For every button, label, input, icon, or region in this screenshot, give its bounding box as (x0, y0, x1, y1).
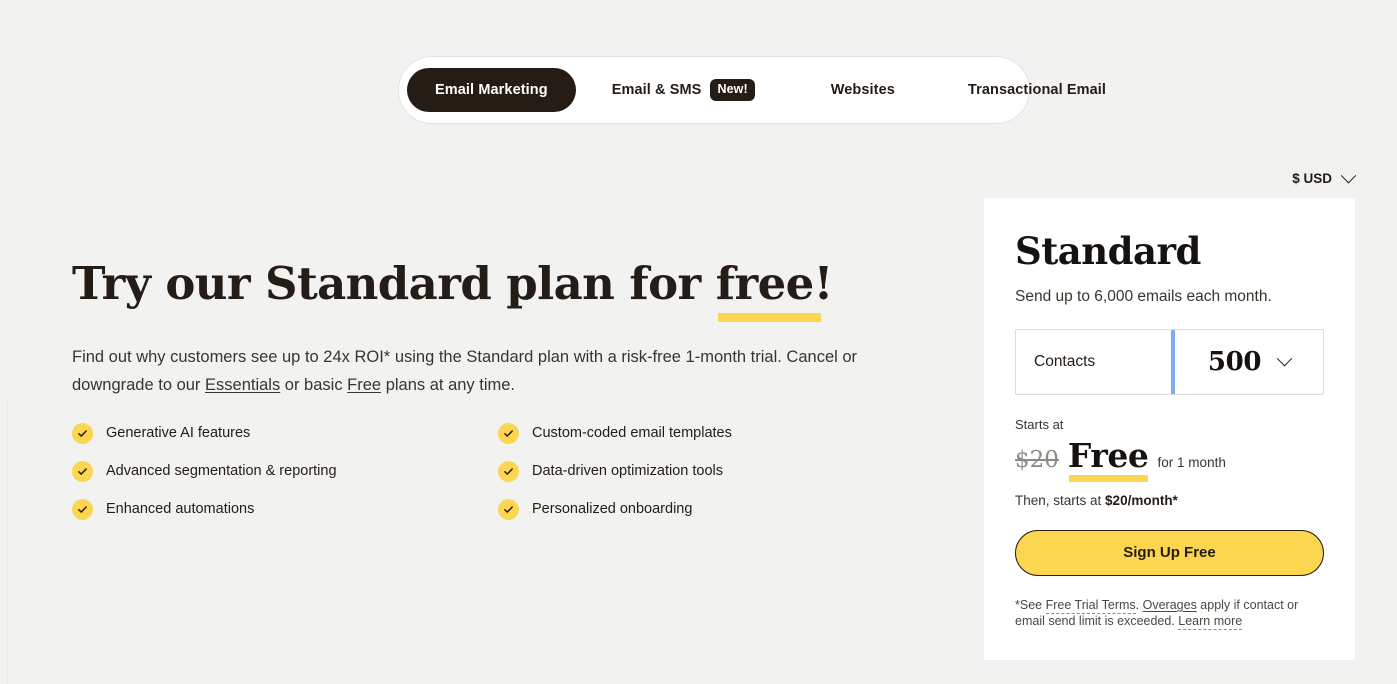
contacts-value: 500 (1207, 346, 1262, 377)
currency-selector[interactable]: $ USD (1292, 167, 1357, 186)
price-duration: for 1 month (1157, 454, 1226, 470)
feature-label: Enhanced automations (106, 501, 255, 517)
headline-text: Try our Standard plan for (72, 257, 716, 310)
renewal-prefix: Then, starts at (1015, 492, 1106, 508)
feature-label: Generative AI features (106, 425, 251, 441)
link-essentials[interactable]: Essentials (205, 376, 280, 394)
feature-item: Custom-coded email templates (498, 418, 872, 448)
tab-label: Email & SMS (611, 82, 702, 98)
check-icon (498, 422, 519, 444)
renewal-price-note: Then, starts at $20/month* (1015, 493, 1324, 508)
headline-highlight: free! (715, 257, 833, 322)
check-icon (72, 422, 93, 444)
tab-label: Websites (830, 82, 895, 98)
feature-label: Advanced segmentation & reporting (106, 463, 337, 479)
feature-label: Personalized onboarding (532, 501, 693, 517)
feature-item: Generative AI features (72, 418, 498, 448)
subcopy-part-3: plans at any time. (381, 376, 516, 395)
fine-print: *See Free Trial Terms. Overages apply if… (1015, 597, 1324, 631)
hero-section: Try our Standard plan for free! Find out… (72, 258, 902, 400)
feature-item: Data-driven optimization tools (498, 456, 872, 486)
original-price: $20 (1015, 446, 1059, 473)
tab-email-marketing[interactable]: Email Marketing (407, 68, 576, 112)
product-tab-bar: Email Marketing Email & SMS New! Website… (398, 56, 1106, 124)
fineprint-star: *See (1015, 597, 1046, 612)
check-icon (498, 460, 519, 482)
tab-label: Email Marketing (435, 82, 548, 98)
fineprint-sep: . (1135, 597, 1143, 612)
feature-item: Advanced segmentation & reporting (72, 456, 498, 486)
currency-label: $ USD (1292, 171, 1332, 186)
feature-item: Enhanced automations (72, 494, 498, 524)
tab-label: Transactional Email (967, 82, 1107, 98)
feature-label: Custom-coded email templates (532, 425, 732, 441)
contacts-dropdown[interactable]: 500 (1175, 330, 1323, 394)
feature-list: Generative AI features Custom-coded emai… (72, 418, 872, 524)
tab-websites[interactable]: Websites (831, 82, 895, 98)
left-edge-rule (7, 400, 8, 684)
hero-subcopy: Find out why customers see up to 24x ROI… (72, 343, 887, 400)
feature-label: Data-driven optimization tools (532, 463, 724, 479)
tab-transactional-email[interactable]: Transactional Email (968, 82, 1106, 98)
check-icon (72, 460, 93, 482)
chevron-down-icon (1276, 351, 1293, 367)
page-title: Try our Standard plan for free! (72, 257, 902, 322)
check-icon (498, 498, 519, 520)
current-price: Free (1067, 435, 1149, 482)
price-row: $20 Free for 1 month (1015, 435, 1324, 482)
plan-description: Send up to 6,000 emails each month. (1015, 287, 1272, 305)
link-learn-more[interactable]: Learn more (1178, 614, 1243, 631)
tab-email-and-sms[interactable]: Email & SMS New! (612, 79, 755, 101)
starts-at-label: Starts at (1015, 416, 1064, 432)
renewal-price: $20/month* (1105, 492, 1178, 508)
chevron-down-icon (1340, 167, 1357, 184)
link-overages[interactable]: Overages (1143, 598, 1197, 612)
subcopy-part-2: or basic (280, 376, 348, 395)
contacts-label: Contacts (1034, 352, 1096, 370)
check-icon (72, 498, 93, 520)
contacts-selector[interactable]: Contacts 500 (1015, 328, 1324, 395)
link-free-trial-terms[interactable]: Free Trial Terms (1045, 597, 1136, 614)
link-free[interactable]: Free (347, 376, 381, 394)
feature-item: Personalized onboarding (498, 494, 872, 524)
new-badge: New! (710, 79, 755, 101)
pricing-card: Standard Send up to 6,000 emails each mo… (984, 198, 1355, 660)
sign-up-free-button[interactable]: Sign Up Free (1015, 529, 1324, 576)
plan-name: Standard (1015, 229, 1201, 273)
